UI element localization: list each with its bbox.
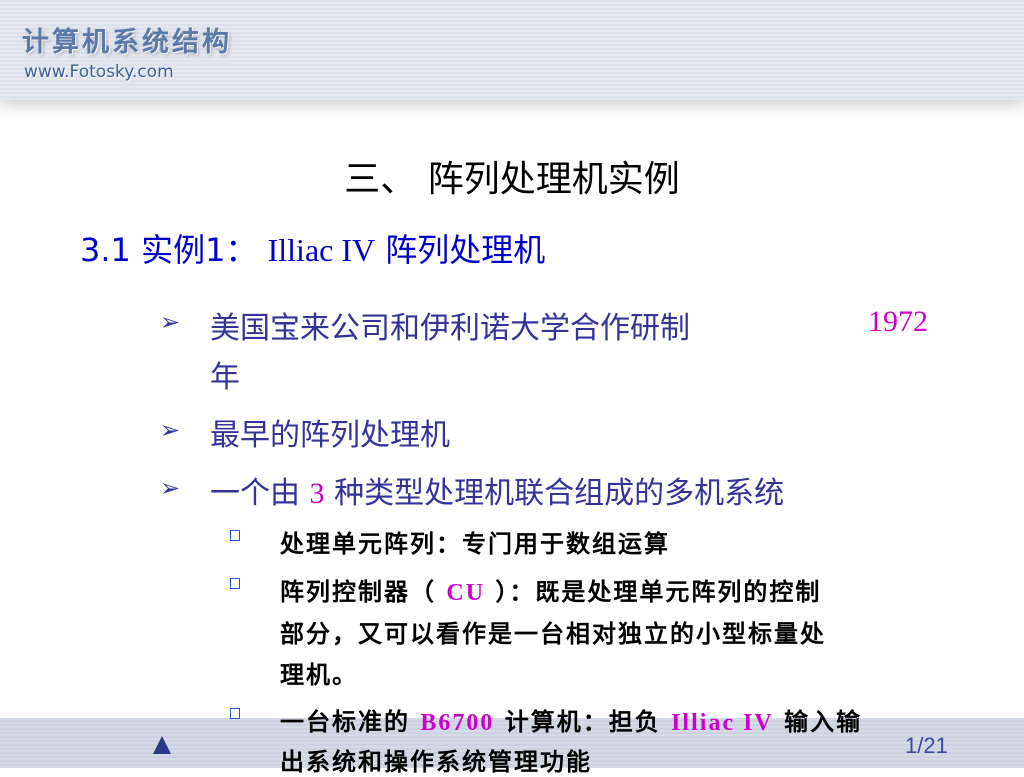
- sub-bullet-3-post: 输入输: [784, 708, 863, 736]
- bullet-1-year: 1972: [868, 305, 928, 338]
- sub-bullet-2-hl: CU: [446, 580, 486, 606]
- heading-prefix: 3.1 实例1：: [80, 231, 258, 269]
- logo-title: 计算机系统结构: [22, 27, 232, 58]
- sub-bullet-3-line2: 出系统和操作系统管理功能: [280, 748, 592, 776]
- heading-suffix: 阵列处理机: [385, 231, 546, 269]
- sub-bullet-1: 处理单元阵列：专门用于数组运算: [280, 530, 670, 558]
- arrow-bullet-icon: ➢: [160, 416, 181, 444]
- page-number: 1/21: [905, 733, 948, 758]
- sub-bullet-2-pre: 阵列控制器（: [280, 578, 436, 606]
- bullet-3: 一个由 3 种类型处理机联合组成的多机系统: [210, 468, 784, 512]
- sub-bullet-3: 一台标准的 B6700 计算机：担负 Illiac IV 输入输: [280, 702, 862, 737]
- sub-bullet-2-line3: 理机。: [280, 661, 358, 689]
- square-bullet-icon: [230, 708, 240, 719]
- sub-bullet-3-hl: B6700: [420, 710, 495, 736]
- bullet-3-post: 种类型处理机联合组成的多机系统: [334, 476, 785, 511]
- sub-bullet-3-hl2: Illiac IV: [671, 710, 774, 736]
- arrow-bullet-icon: ➢: [160, 308, 181, 336]
- site-url: www.Fotosky.com: [24, 62, 174, 82]
- square-bullet-icon: [230, 530, 240, 541]
- square-bullet-icon: [230, 578, 240, 589]
- sub-bullet-2-post: ）：既是处理单元阵列的控制: [495, 578, 822, 606]
- bullet-3-num: 3: [309, 477, 325, 510]
- bullet-1: 美国宝来公司和伊利诺大学合作研制: [210, 311, 690, 346]
- section-heading: 3.1 实例1： Illiac IV 阵列处理机: [80, 225, 545, 271]
- bullet-2: 最早的阵列处理机: [210, 418, 450, 453]
- arrow-bullet-icon: ➢: [160, 474, 181, 502]
- heading-name: Illiac IV: [267, 232, 376, 268]
- sub-bullet-3-pre: 一台标准的: [280, 708, 410, 736]
- sub-bullet-3-mid: 计算机：担负: [504, 708, 661, 736]
- sub-bullet-2-line2: 部分，又可以看作是一台相对独立的小型标量处: [280, 620, 826, 648]
- header-banner: 计算机系统结构 www.Fotosky.com: [0, 0, 1024, 100]
- bullet-3-pre: 一个由: [210, 476, 300, 511]
- slide-title: 三、 阵列处理机实例: [344, 159, 680, 200]
- bullet-1-cont: 年: [210, 360, 240, 395]
- prev-slide-triangle-icon[interactable]: [153, 736, 171, 754]
- sub-bullet-2: 阵列控制器（ CU ）：既是处理单元阵列的控制: [280, 572, 821, 607]
